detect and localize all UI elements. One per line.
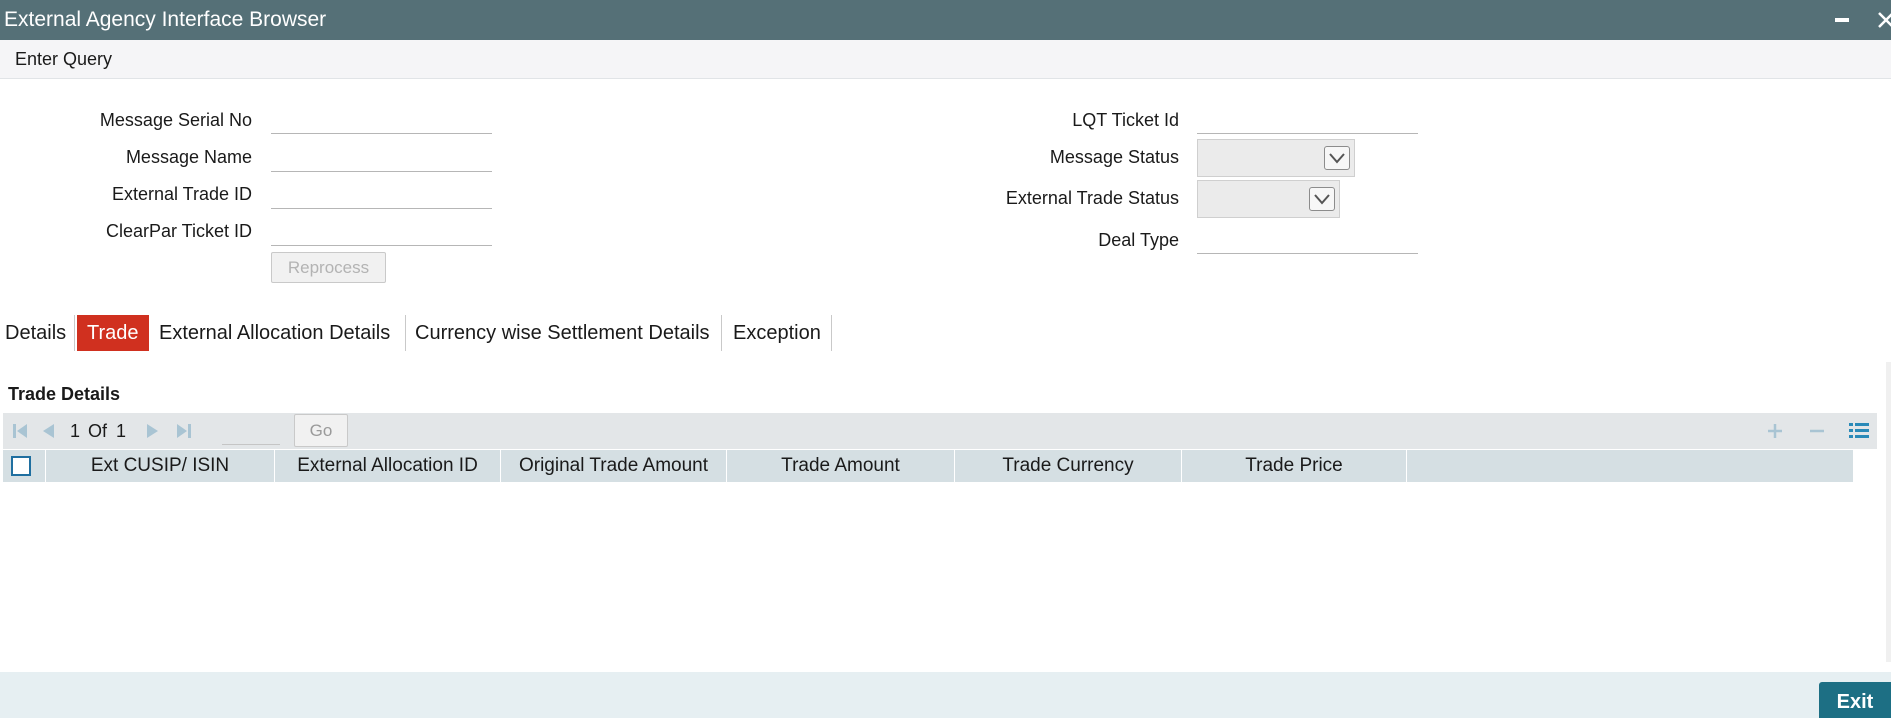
reprocess-button[interactable]: Reprocess bbox=[271, 252, 386, 283]
external-trade-status-select[interactable] bbox=[1197, 180, 1340, 218]
column-header-original-trade-amount[interactable]: Original Trade Amount bbox=[501, 450, 727, 482]
vertical-scrollbar[interactable] bbox=[1886, 362, 1891, 662]
tab-trade[interactable]: Trade bbox=[77, 315, 149, 351]
column-header-external-allocation-id[interactable]: External Allocation ID bbox=[275, 450, 501, 482]
clearpar-ticket-id-label: ClearPar Ticket ID bbox=[105, 221, 252, 241]
tab-divider bbox=[405, 315, 406, 351]
column-header-trade-price[interactable]: Trade Price bbox=[1182, 450, 1407, 482]
chevron-down-icon bbox=[1324, 146, 1350, 170]
list-view-icon[interactable] bbox=[1848, 413, 1870, 449]
tab-divider bbox=[831, 315, 832, 351]
tab-exception[interactable]: Exception bbox=[733, 315, 821, 351]
trade-details-table-body bbox=[3, 482, 1853, 670]
message-serial-no-label: Message Serial No bbox=[99, 110, 252, 130]
exit-button[interactable]: Exit bbox=[1819, 682, 1891, 718]
first-page-icon[interactable] bbox=[11, 413, 29, 449]
footer-bar bbox=[0, 672, 1891, 718]
tab-details[interactable]: Details bbox=[5, 315, 66, 351]
delete-row-icon[interactable] bbox=[1807, 413, 1827, 449]
trade-details-title: Trade Details bbox=[8, 384, 121, 404]
window-title-bar: External Agency Interface Browser bbox=[0, 0, 1891, 40]
window-title: External Agency Interface Browser bbox=[4, 8, 327, 31]
column-header-trade-currency[interactable]: Trade Currency bbox=[955, 450, 1182, 482]
total-pages: 1 bbox=[116, 421, 127, 441]
previous-page-icon[interactable] bbox=[40, 413, 56, 449]
go-button[interactable]: Go bbox=[294, 414, 348, 447]
chevron-down-icon bbox=[1309, 187, 1335, 211]
select-all-checkbox[interactable] bbox=[11, 456, 31, 476]
clearpar-ticket-id-input[interactable] bbox=[271, 220, 492, 246]
tab-external-allocation-details[interactable]: External Allocation Details bbox=[159, 315, 390, 351]
close-icon[interactable] bbox=[1876, 0, 1891, 40]
page-number-input[interactable] bbox=[222, 417, 280, 445]
lqt-ticket-id-input[interactable] bbox=[1197, 108, 1418, 134]
tab-divider bbox=[74, 315, 75, 351]
message-status-label: Message Status bbox=[1049, 147, 1179, 167]
deal-type-input[interactable] bbox=[1197, 228, 1418, 254]
tab-divider bbox=[721, 315, 722, 351]
tab-currency-wise-settlement-details[interactable]: Currency wise Settlement Details bbox=[415, 315, 710, 351]
message-name-input[interactable] bbox=[271, 146, 492, 172]
next-page-icon[interactable] bbox=[145, 413, 161, 449]
last-page-icon[interactable] bbox=[175, 413, 193, 449]
select-all-checkbox-cell bbox=[3, 450, 46, 482]
deal-type-label: Deal Type bbox=[1098, 230, 1179, 250]
column-header-ext-cusip-isin[interactable]: Ext CUSIP/ ISIN bbox=[46, 450, 275, 482]
enter-query-menu-item[interactable]: Enter Query bbox=[15, 49, 112, 70]
menu-bar: Enter Query bbox=[0, 40, 1891, 79]
message-name-label: Message Name bbox=[125, 147, 252, 167]
trade-details-table-header: Ext CUSIP/ ISIN External Allocation ID O… bbox=[3, 450, 1853, 482]
column-header-trade-amount[interactable]: Trade Amount bbox=[727, 450, 955, 482]
message-serial-no-input[interactable] bbox=[271, 108, 492, 134]
lqt-ticket-id-label: LQT Ticket Id bbox=[1072, 110, 1179, 130]
external-trade-id-label: External Trade ID bbox=[111, 184, 252, 204]
page-of-label: Of bbox=[88, 421, 108, 441]
external-trade-id-input[interactable] bbox=[271, 183, 492, 209]
current-page-number: 1 bbox=[70, 421, 81, 441]
message-status-select[interactable] bbox=[1197, 139, 1355, 177]
add-row-icon[interactable] bbox=[1765, 413, 1785, 449]
minimize-icon[interactable] bbox=[1833, 0, 1851, 40]
pagination-bar: 1 Of 1 Go bbox=[3, 413, 1877, 449]
external-trade-status-label: External Trade Status bbox=[1005, 188, 1179, 208]
